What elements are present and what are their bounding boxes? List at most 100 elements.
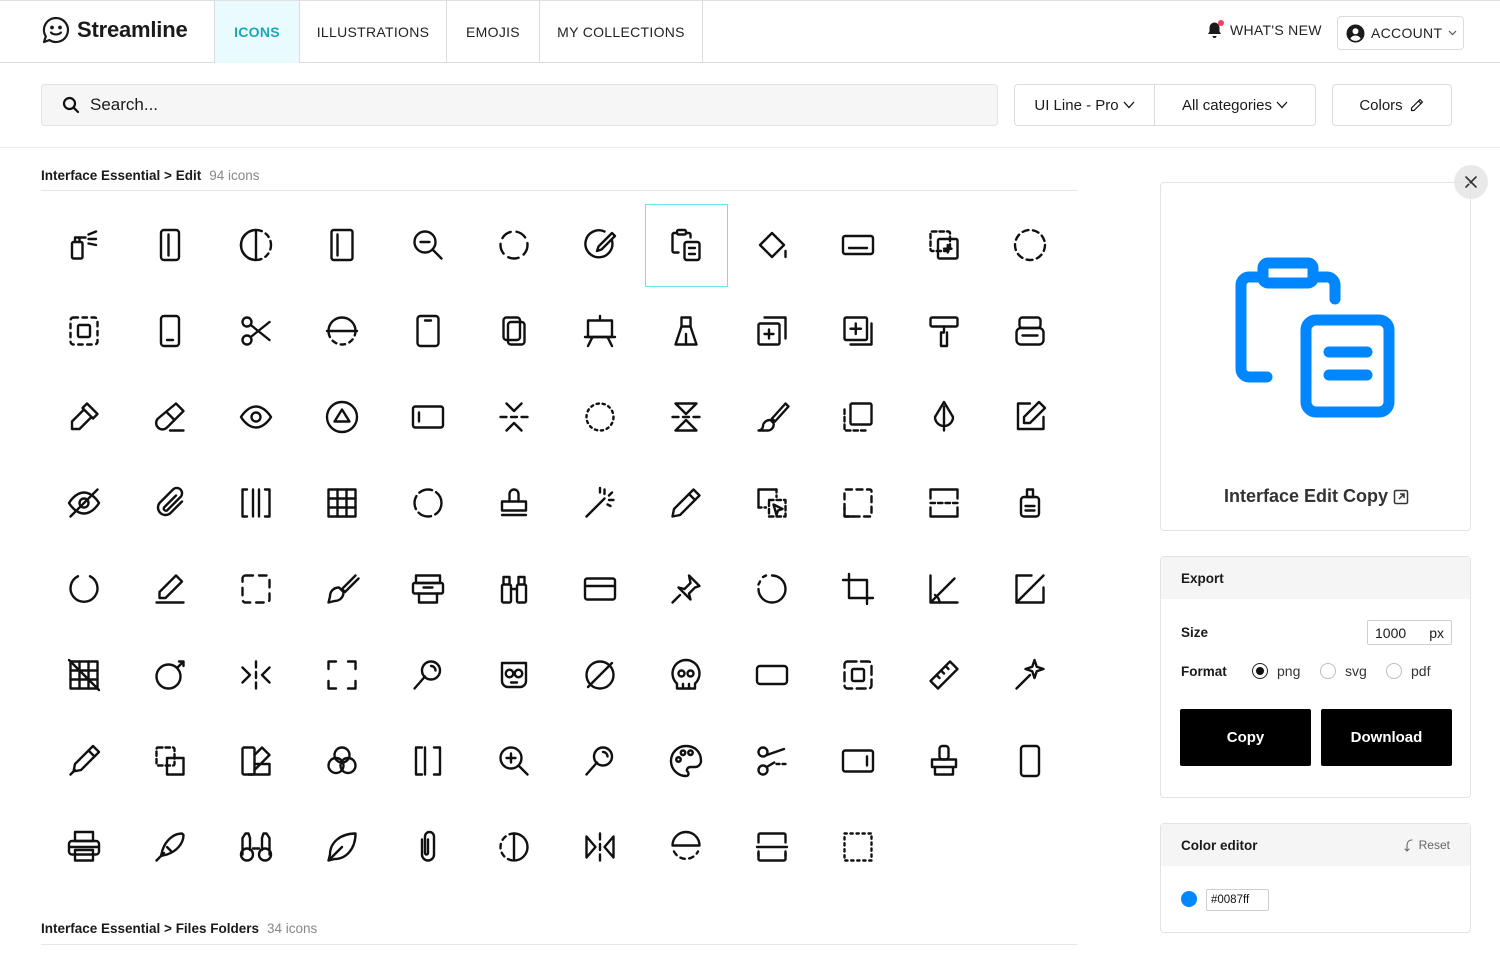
icon-tile[interactable] xyxy=(815,632,901,718)
icon-tile[interactable] xyxy=(557,202,643,288)
search-box[interactable] xyxy=(41,84,998,126)
icon-tile[interactable] xyxy=(901,202,987,288)
icon-tile[interactable] xyxy=(127,460,213,546)
icon-tile[interactable] xyxy=(815,804,901,890)
icon-tile[interactable] xyxy=(729,804,815,890)
icon-tile[interactable] xyxy=(299,546,385,632)
nav-my-collections[interactable]: MY COLLECTIONS xyxy=(540,1,703,63)
icon-tile[interactable] xyxy=(815,288,901,374)
icon-tile[interactable] xyxy=(385,288,471,374)
icon-tile[interactable] xyxy=(385,804,471,890)
icon-tile[interactable] xyxy=(643,288,729,374)
icon-tile[interactable] xyxy=(815,718,901,804)
icon-tile[interactable] xyxy=(127,374,213,460)
icon-tile[interactable] xyxy=(815,546,901,632)
icon-tile[interactable] xyxy=(41,288,127,374)
icon-tile[interactable] xyxy=(385,374,471,460)
icon-tile[interactable] xyxy=(557,460,643,546)
download-button[interactable]: Download xyxy=(1321,709,1452,766)
icon-tile[interactable] xyxy=(471,288,557,374)
icon-tile[interactable] xyxy=(987,546,1073,632)
icon-tile[interactable] xyxy=(643,632,729,718)
format-svg-radio[interactable]: svg xyxy=(1320,663,1367,679)
icon-tile[interactable] xyxy=(901,632,987,718)
icon-tile[interactable] xyxy=(987,718,1073,804)
hex-input[interactable]: #0087ff xyxy=(1206,889,1269,911)
icon-tile[interactable] xyxy=(815,202,901,288)
icon-tile[interactable] xyxy=(41,632,127,718)
icon-tile[interactable] xyxy=(557,546,643,632)
icon-tile[interactable] xyxy=(901,374,987,460)
icon-tile[interactable] xyxy=(299,288,385,374)
brand-logo[interactable]: Streamline xyxy=(41,15,188,45)
icon-tile[interactable] xyxy=(41,460,127,546)
icon-tile[interactable] xyxy=(643,546,729,632)
icon-tile[interactable] xyxy=(901,718,987,804)
account-button[interactable]: ACCOUNT xyxy=(1337,16,1464,50)
reset-button[interactable]: Reset xyxy=(1403,838,1450,852)
icon-tile[interactable] xyxy=(987,632,1073,718)
icon-tile[interactable] xyxy=(557,718,643,804)
icon-tile[interactable] xyxy=(729,202,815,288)
icon-tile[interactable] xyxy=(385,632,471,718)
icon-tile[interactable] xyxy=(471,546,557,632)
icon-tile[interactable] xyxy=(299,718,385,804)
icon-tile[interactable] xyxy=(299,374,385,460)
icon-tile[interactable] xyxy=(471,632,557,718)
icon-tile[interactable] xyxy=(643,374,729,460)
icon-tile[interactable] xyxy=(299,804,385,890)
icon-tile[interactable] xyxy=(901,460,987,546)
icon-tile[interactable] xyxy=(987,460,1073,546)
style-dropdown[interactable]: UI Line - Pro xyxy=(1015,85,1155,125)
icon-tile[interactable] xyxy=(299,632,385,718)
icon-tile[interactable] xyxy=(643,718,729,804)
icon-tile[interactable] xyxy=(127,202,213,288)
size-input[interactable]: 1000 px xyxy=(1367,620,1452,645)
icon-tile[interactable] xyxy=(385,460,471,546)
icon-tile[interactable] xyxy=(127,288,213,374)
nav-icons[interactable]: ICONS xyxy=(214,1,300,63)
icon-tile[interactable] xyxy=(729,546,815,632)
icon-tile[interactable] xyxy=(213,460,299,546)
icon-tile[interactable] xyxy=(987,288,1073,374)
icon-tile[interactable] xyxy=(213,546,299,632)
icon-tile[interactable] xyxy=(41,374,127,460)
icon-tile[interactable] xyxy=(901,288,987,374)
icon-tile[interactable] xyxy=(471,460,557,546)
color-swatch[interactable] xyxy=(1181,891,1197,907)
icon-tile[interactable] xyxy=(213,288,299,374)
icon-tile[interactable] xyxy=(127,546,213,632)
icon-tile[interactable] xyxy=(987,374,1073,460)
icon-tile[interactable] xyxy=(127,804,213,890)
icon-tile[interactable] xyxy=(729,632,815,718)
preview-title[interactable]: Interface Edit Copy xyxy=(1161,486,1472,507)
icon-tile[interactable] xyxy=(299,202,385,288)
icon-tile[interactable] xyxy=(815,374,901,460)
icon-tile[interactable] xyxy=(299,460,385,546)
icon-tile[interactable] xyxy=(901,546,987,632)
icon-tile[interactable] xyxy=(815,460,901,546)
icon-tile[interactable] xyxy=(557,374,643,460)
copy-button[interactable]: Copy xyxy=(1180,709,1311,766)
icon-tile[interactable] xyxy=(213,804,299,890)
icon-tile[interactable] xyxy=(41,546,127,632)
icon-tile[interactable] xyxy=(471,718,557,804)
icon-tile[interactable] xyxy=(385,202,471,288)
icon-tile[interactable] xyxy=(643,460,729,546)
search-input[interactable] xyxy=(90,95,950,115)
icon-tile[interactable] xyxy=(213,632,299,718)
icon-tile[interactable] xyxy=(643,202,729,288)
icon-tile[interactable] xyxy=(41,804,127,890)
format-pdf-radio[interactable]: pdf xyxy=(1386,663,1430,679)
icon-tile[interactable] xyxy=(471,804,557,890)
icon-tile[interactable] xyxy=(557,288,643,374)
icon-tile[interactable] xyxy=(471,202,557,288)
nav-illustrations[interactable]: ILLUSTRATIONS xyxy=(300,1,447,63)
icon-tile[interactable] xyxy=(213,374,299,460)
icon-tile[interactable] xyxy=(729,374,815,460)
icon-tile[interactable] xyxy=(557,632,643,718)
colors-button[interactable]: Colors xyxy=(1332,84,1452,126)
nav-emojis[interactable]: EMOJIS xyxy=(447,1,540,63)
icon-tile[interactable] xyxy=(127,632,213,718)
format-png-radio[interactable]: png xyxy=(1252,663,1300,679)
